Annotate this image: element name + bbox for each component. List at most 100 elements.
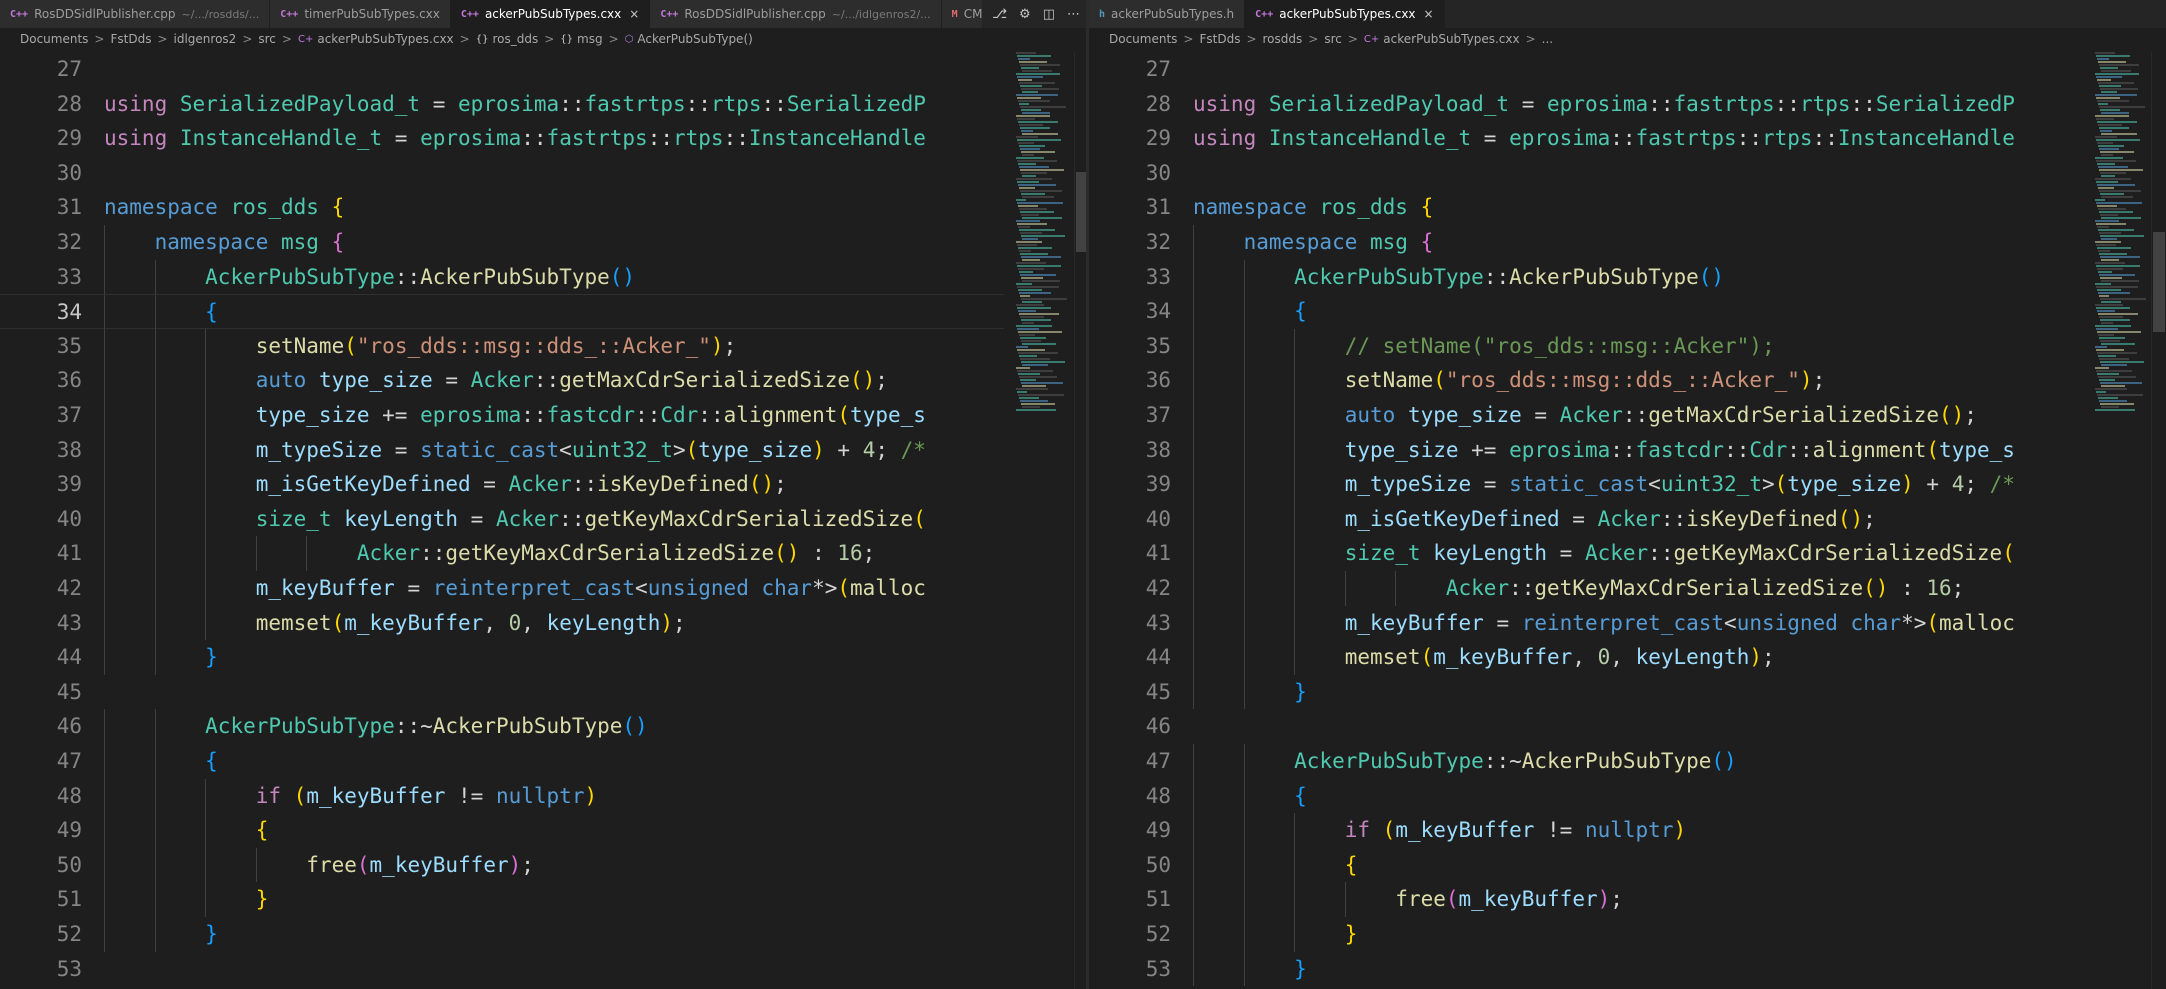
code-text: {	[1193, 294, 1307, 329]
tab-left-0[interactable]: C++ RosDDSidlPublisher.cpp ~/.../rosdds/..…	[0, 0, 271, 28]
tab-label: RosDDSidlPublisher.cpp	[684, 7, 826, 21]
breadcrumb-item[interactable]: src	[258, 32, 276, 46]
breadcrumb-item[interactable]: idlgenros2	[174, 32, 237, 46]
code-text: auto type_size = Acker::getMaxCdrSeriali…	[104, 363, 888, 398]
code-token: }	[1344, 922, 1358, 946]
code-token: m_keyBuffer	[1344, 610, 1484, 635]
breadcrumb-item[interactable]: AckerPubSubType()	[637, 32, 752, 46]
code-token: unsigned char	[647, 576, 813, 600]
line-number: 48	[56, 783, 82, 808]
code-text: using InstanceHandle_t = eprosima::fastr…	[1193, 121, 2015, 156]
breadcrumb-item[interactable]: FstDds	[1199, 32, 1240, 46]
breadcrumb-item[interactable]: src	[1324, 32, 1342, 46]
code-text: if (m_keyBuffer != nullptr)	[104, 779, 597, 814]
breadcrumb-item[interactable]: ros_dds	[492, 32, 538, 46]
code-token: memset	[255, 610, 332, 635]
code-text: {	[104, 295, 218, 330]
code-token: type_size	[255, 403, 370, 427]
minimap-line	[2101, 301, 2121, 303]
tab-left-1[interactable]: C++ timerPubSubTypes.cxx	[270, 0, 451, 28]
right-scrollbar-thumb[interactable]	[2153, 232, 2165, 332]
code-line: 29 using InstanceHandle_t = eprosima::fas…	[0, 121, 1004, 156]
minimap-line	[1018, 100, 1050, 102]
code-text: AckerPubSubType::~AckerPubSubType()	[104, 709, 648, 744]
settings-gear-icon[interactable]: ⚙	[1019, 7, 1031, 22]
code-token: if	[1344, 818, 1371, 843]
code-token: eprosima	[420, 126, 522, 151]
minimap-line	[1021, 151, 1055, 153]
code-token: (	[331, 610, 345, 635]
breadcrumb-item[interactable]: ...	[1542, 32, 1553, 46]
minimap-line	[2097, 205, 2117, 207]
minimap-line	[2096, 55, 2130, 57]
breadcrumb-item[interactable]: msg	[577, 32, 603, 46]
code-token: (	[1774, 472, 1788, 497]
code-token: eprosima	[1547, 91, 1649, 116]
line-number: 39	[1145, 472, 1171, 497]
code-token: ::	[1850, 91, 1876, 116]
right-minimap[interactable]	[2091, 52, 2157, 412]
minimap-line	[2097, 331, 2141, 333]
minimap-line	[1018, 247, 1052, 249]
code-text: }	[104, 882, 269, 917]
minimap-line	[1018, 331, 1062, 333]
line-number: 51	[56, 887, 82, 912]
split-editor-icon[interactable]: ◫	[1043, 7, 1055, 22]
minimap-line	[1016, 52, 1036, 54]
line-number: 45	[56, 679, 82, 704]
code-token: ::	[1787, 437, 1813, 462]
minimap-line	[1020, 127, 1050, 129]
code-token: AckerPubSubType	[420, 264, 610, 289]
tab-left-3[interactable]: C++ RosDDSidlPublisher.cpp ~/.../idlgenros…	[650, 0, 942, 28]
breadcrumb-item[interactable]: rosdds	[1263, 32, 1303, 46]
code-token: m_keyBuffer	[1395, 818, 1535, 843]
breadcrumb-item[interactable]: Documents	[20, 32, 88, 46]
minimap-line	[2100, 382, 2142, 384]
code-text: AckerPubSubType::AckerPubSubType()	[104, 260, 635, 295]
more-actions-icon[interactable]: ⋯	[1067, 7, 1080, 22]
minimap-line	[1016, 94, 1058, 96]
close-icon[interactable]: ×	[629, 7, 639, 21]
breadcrumb-separator: >	[242, 32, 253, 46]
right-vertical-scrollbar[interactable]	[2151, 52, 2165, 989]
breadcrumb-item[interactable]: ackerPubSubTypes.cxx	[317, 32, 453, 46]
code-token: :	[1888, 576, 1927, 600]
minimap-line	[2096, 139, 2140, 141]
minimap-line	[2099, 169, 2143, 171]
code-line: 44 }	[0, 640, 1004, 675]
breadcrumb-item[interactable]: Documents	[1109, 32, 1177, 46]
minimap-line	[1017, 391, 1027, 393]
minimap-line	[2097, 100, 2129, 102]
run-debug-icon[interactable]: ⎇	[992, 7, 1007, 22]
minimap-line	[2098, 376, 2136, 378]
right-code-editor[interactable]: 27 28 using SerializedPayload_t = eprosima…	[1089, 52, 2087, 989]
code-token: (	[356, 852, 370, 877]
line-number: 32	[56, 230, 82, 254]
code-token: (	[2002, 541, 2015, 566]
code-token: {	[1407, 230, 1434, 254]
code-line: 43 m_keyBuffer = reinterpret_cast<unsign…	[1089, 605, 2087, 641]
left-minimap[interactable]	[1012, 52, 1078, 412]
minimap-line	[1017, 76, 1043, 78]
minimap-line	[2101, 133, 2137, 135]
minimap-line	[2099, 211, 2133, 213]
code-line: 36 auto type_size = Acker::getMaxCdrSeri…	[0, 363, 1004, 398]
minimap-line	[1022, 406, 1040, 408]
tab-right-0[interactable]: h ackerPubSubTypes.h	[1089, 0, 1246, 28]
left-code-editor[interactable]: 27 28 using SerializedPayload_t = eprosima…	[0, 52, 1004, 989]
code-text: free(m_keyBuffer);	[1193, 882, 1623, 917]
code-text: namespace msg {	[104, 225, 345, 260]
breadcrumb-item[interactable]: FstDds	[110, 32, 151, 46]
cpp-file-icon: C++	[280, 8, 299, 20]
tab-right-1[interactable]: C++ ackerPubSubTypes.cxx ×	[1245, 0, 1445, 28]
code-token: InstanceHandle_t	[1256, 126, 1472, 151]
cpp-file-icon: C++	[10, 8, 29, 20]
close-icon[interactable]: ×	[1424, 7, 1434, 21]
code-token: type_size	[1787, 472, 1902, 497]
tab-left-2[interactable]: C++ ackerPubSubTypes.cxx ×	[450, 0, 651, 28]
code-token: Acker	[356, 541, 421, 566]
breadcrumb-item[interactable]: ackerPubSubTypes.cxx	[1383, 32, 1519, 46]
